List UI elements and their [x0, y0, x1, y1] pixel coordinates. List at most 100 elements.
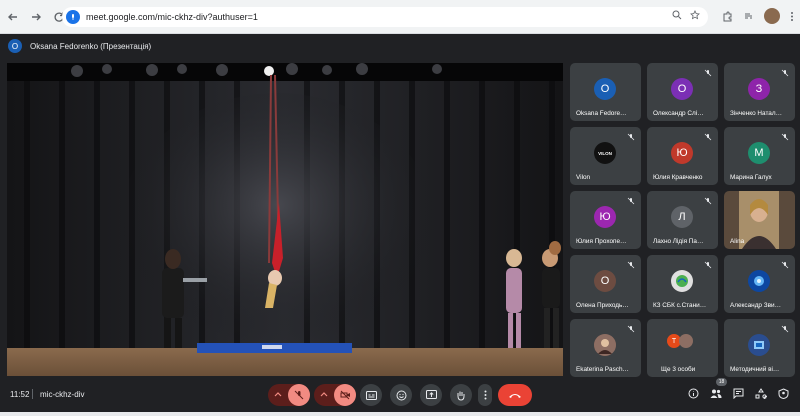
participant-avatar-logo — [671, 270, 693, 292]
participant-tile[interactable]: М Марина Галух — [724, 127, 795, 185]
meeting-code: mic-ckhz-div — [40, 390, 85, 399]
participant-tile[interactable]: Методичний ві… — [724, 319, 795, 377]
mic-off-icon — [781, 261, 789, 269]
participant-name: Vilon — [576, 174, 591, 181]
url-text[interactable]: meet.google.com/mic-ckhz-div?authuser=1 — [86, 12, 258, 22]
host-controls-icon[interactable] — [778, 388, 789, 399]
participant-name: Юлия Кравченко — [653, 174, 703, 181]
participant-tile[interactable]: O Олександр Слі… — [647, 63, 718, 121]
mic-off-icon — [704, 261, 712, 269]
site-info-icon[interactable] — [66, 10, 80, 24]
arrow-left-icon — [8, 13, 17, 20]
participant-name: Марина Галух — [730, 174, 772, 181]
camera-toggle-button[interactable] — [334, 384, 356, 406]
mic-off-icon — [627, 197, 635, 205]
info-icon[interactable] — [688, 388, 699, 399]
mic-off-icon — [294, 390, 304, 400]
participant-avatar-photo — [679, 334, 693, 348]
reactions-button[interactable] — [390, 384, 412, 406]
meeting-controls-bar: 11:52 mic-ckhz-div — [0, 378, 800, 412]
leave-call-button[interactable] — [498, 384, 532, 406]
participant-tile-video[interactable]: Alina — [724, 191, 795, 249]
participant-avatar-image — [748, 270, 770, 292]
participant-avatar: З — [748, 78, 770, 100]
chevron-up-icon[interactable] — [320, 391, 328, 399]
more-options-button[interactable] — [478, 384, 492, 406]
participant-name: Олена Приходь… — [576, 302, 629, 309]
forward-button[interactable] — [26, 7, 46, 27]
emoji-icon — [396, 390, 406, 400]
captions-button[interactable] — [360, 384, 382, 406]
mic-off-icon — [704, 133, 712, 141]
participant-tile[interactable]: Ю Юлия Прохопе… — [570, 191, 641, 249]
people-icon[interactable] — [710, 388, 722, 399]
participant-name: Ще 3 особи — [661, 366, 696, 373]
participant-tile-group[interactable]: Т Ще 3 особи — [647, 319, 718, 377]
participant-name: Олександр Слі… — [653, 110, 704, 117]
participant-avatar: Ю — [671, 142, 693, 164]
participant-avatar: Ю — [594, 206, 616, 228]
participant-name: Alina — [730, 238, 745, 245]
participant-avatar-photo — [594, 334, 616, 356]
mic-off-icon — [627, 325, 635, 333]
raise-hand-button[interactable] — [450, 384, 472, 406]
participant-count-badge: 18 — [716, 378, 727, 386]
participant-tile[interactable]: КЗ СБК с.Стани… — [647, 255, 718, 313]
profile-avatar[interactable] — [764, 8, 780, 24]
participant-tile[interactable]: Л Лахно Лідія Па… — [647, 191, 718, 249]
extensions-icon[interactable] — [722, 11, 733, 22]
arrow-right-icon — [32, 13, 41, 20]
participant-tile[interactable]: З Зінченко Натал… — [724, 63, 795, 121]
participant-avatar: О — [594, 270, 616, 292]
participant-name: Лахно Лідія Па… — [653, 238, 704, 245]
main-video[interactable] — [7, 63, 563, 376]
participant-name: Методичний ві… — [730, 366, 780, 373]
hang-up-icon — [509, 393, 521, 398]
captions-icon — [365, 390, 377, 400]
participant-name: Ekaterina Pasch… — [576, 366, 629, 373]
participant-tile[interactable]: Ekaterina Pasch… — [570, 319, 641, 377]
media-icon[interactable] — [743, 11, 754, 22]
back-button[interactable] — [3, 7, 23, 27]
mic-off-icon — [781, 133, 789, 141]
mic-toggle-button[interactable] — [288, 384, 310, 406]
participant-tile[interactable]: Ю Юлия Кравченко — [647, 127, 718, 185]
more-vert-icon[interactable] — [790, 11, 794, 22]
activities-icon[interactable] — [755, 388, 767, 399]
hand-icon — [457, 391, 465, 401]
participant-tile[interactable]: О Олена Приходь… — [570, 255, 641, 313]
presenter-name: Oksana Fedorenko (Презентація) — [30, 41, 152, 51]
camera-control[interactable] — [314, 384, 356, 406]
mic-off-icon — [627, 133, 635, 141]
chat-icon[interactable] — [733, 388, 744, 399]
meeting-time: 11:52 — [10, 390, 30, 399]
participant-tile[interactable]: O Oksana Fedore… — [570, 63, 641, 121]
os-taskbar-edge — [0, 412, 800, 416]
mic-off-icon — [704, 197, 712, 205]
divider — [32, 389, 33, 399]
present-button[interactable] — [420, 384, 442, 406]
participant-avatar: М — [748, 142, 770, 164]
bookmark-star-icon[interactable] — [690, 10, 700, 20]
zoom-icon[interactable] — [672, 10, 682, 20]
mic-control[interactable] — [268, 384, 310, 406]
participant-name: Oksana Fedore… — [576, 110, 627, 117]
participant-avatar: VILON — [594, 142, 616, 164]
participant-avatar: Л — [671, 206, 693, 228]
browser-toolbar: meet.google.com/mic-ckhz-div?authuser=1 — [0, 0, 800, 34]
participant-tile[interactable]: Александр Зви… — [724, 255, 795, 313]
participant-avatar-image — [748, 334, 770, 356]
participant-name: Александр Зви… — [730, 302, 781, 309]
presenter-avatar: O — [8, 39, 22, 53]
camera-off-icon — [340, 390, 350, 400]
mic-off-icon — [781, 69, 789, 77]
presenter-label: O Oksana Fedorenko (Презентація) — [8, 38, 151, 54]
address-bar[interactable]: meet.google.com/mic-ckhz-div?authuser=1 — [62, 7, 708, 27]
more-vert-icon — [484, 390, 486, 400]
stage-scene-image — [7, 63, 563, 376]
participant-name: КЗ СБК с.Стани… — [653, 302, 707, 309]
mic-off-icon — [704, 69, 712, 77]
participant-tile[interactable]: VILON Vilon — [570, 127, 641, 185]
mic-off-icon — [781, 325, 789, 333]
chevron-up-icon[interactable] — [274, 391, 282, 399]
